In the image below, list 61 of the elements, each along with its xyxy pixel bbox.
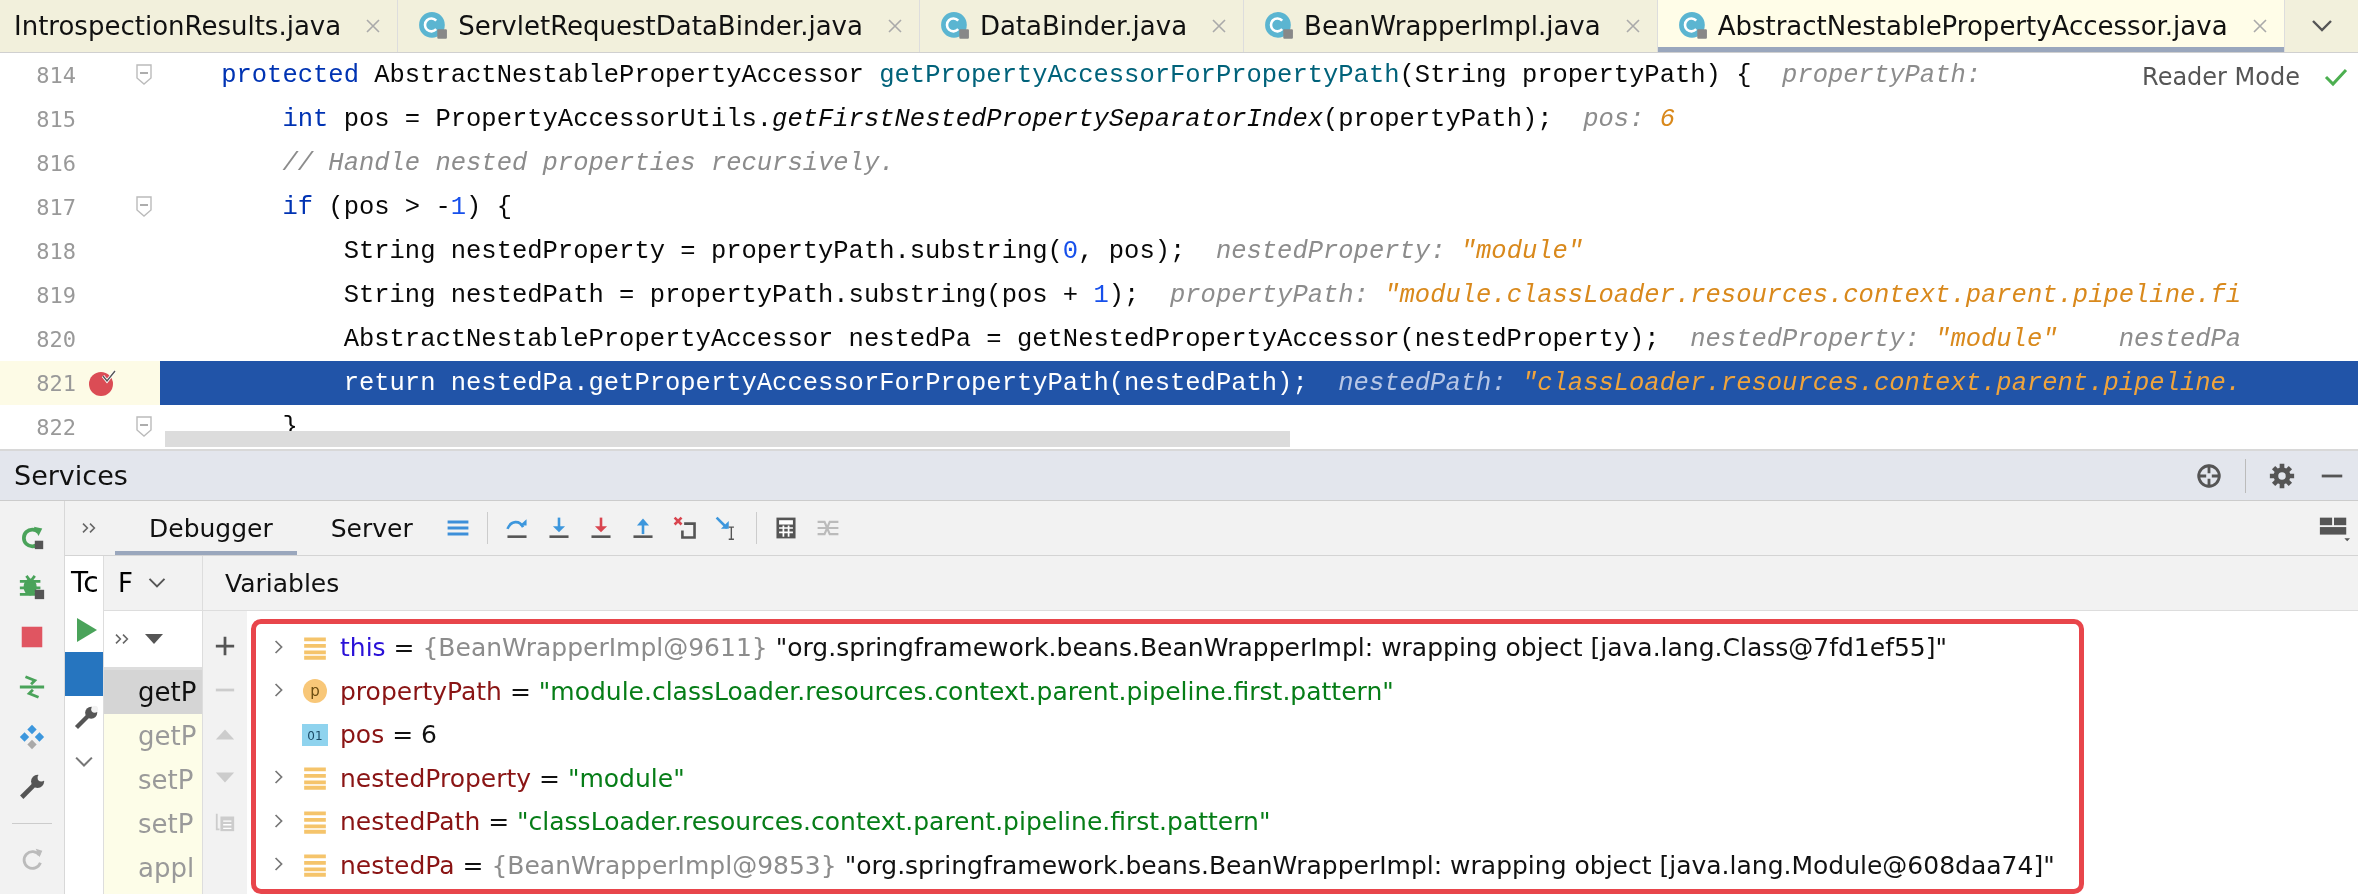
stack-frame[interactable]: getP xyxy=(104,670,202,714)
line-number: 814 xyxy=(35,62,76,88)
code-line: return nestedPa.getPropertyAccessorForPropertyPath(nestedPath); nestedPath: "classLoader.resources.context.parent.pipeline. xyxy=(342,367,2242,400)
panel-title: F xyxy=(118,568,133,598)
arrows-icon[interactable] xyxy=(18,673,46,701)
line-number: 820 xyxy=(35,326,76,352)
tree-item[interactable]: Tc xyxy=(65,556,103,608)
line-number: 816 xyxy=(35,150,76,176)
field-icon xyxy=(302,852,328,879)
line-number: 821 xyxy=(35,370,76,396)
bug-icon[interactable] xyxy=(18,573,46,601)
debugger-tab[interactable]: Server xyxy=(296,501,437,555)
code-line: if (pos > -1) { xyxy=(281,191,512,224)
checkmark-icon xyxy=(2324,67,2348,88)
field-icon xyxy=(302,765,328,792)
editor-tab[interactable]: DataBinder.java xyxy=(919,0,1245,53)
code-line: int pos = PropertyAccessorUtils.getFirstNestedPropertySeparatorIndex(propertyPath); pos: 6 xyxy=(281,103,1675,136)
editor-tab[interactable]: AbstractNestablePropertyAccessor.java xyxy=(1657,0,2285,53)
variable-entry[interactable]: pos = 6 xyxy=(340,720,437,750)
dropdown-arrow-icon[interactable] xyxy=(144,632,164,646)
field-icon xyxy=(302,808,328,835)
settings-icon[interactable] xyxy=(2268,461,2296,490)
diamonds-icon[interactable] xyxy=(18,723,46,751)
drop-frame-icon[interactable] xyxy=(671,515,698,541)
primitive-icon: 01 xyxy=(302,721,328,748)
line-number: 819 xyxy=(35,282,76,308)
editor-tab[interactable]: BeanWrapperImpl.java xyxy=(1244,0,1658,53)
field-icon xyxy=(302,634,328,661)
chevron-down-icon[interactable] xyxy=(73,755,95,769)
code-line: AbstractNestablePropertyAccessor nestedPa = getNestedPropertyAccessor(nestedProperty); nestedProperty: "module" nestedPa xyxy=(342,323,2242,356)
variable-entry[interactable]: nestedPath = "classLoader.resources.context.parent.pipeline.first.pattern" xyxy=(340,807,1271,837)
variable-entry[interactable]: nestedPa = {BeanWrapperImpl@9853} "org.springframework.beans.BeanWrapperImpl: wrapping object [java.lang.Module@608daa74]" xyxy=(340,850,2055,880)
close-icon[interactable] xyxy=(2251,18,2268,35)
code-line: String nestedPath = propertyPath.substring(pos + 1); propertyPath: "module.classLoader.resources.context.parent.pipeline.fi xyxy=(342,279,2242,312)
line-number: 815 xyxy=(35,106,76,132)
line-number: 817 xyxy=(35,194,76,220)
chevron-down-icon[interactable] xyxy=(146,576,167,590)
wrench-icon[interactable] xyxy=(18,773,46,801)
variable-entry[interactable]: propertyPath = "module.classLoader.resources.context.parent.pipeline.first.pattern" xyxy=(340,676,1394,706)
editor-tab[interactable]: ServletRequestDataBinder.java xyxy=(398,0,920,53)
panel-title: Services xyxy=(14,460,128,492)
wrench-icon[interactable] xyxy=(73,704,99,732)
reader-mode-link[interactable]: Reader Mode xyxy=(2142,63,2300,92)
code-line: protected AbstractNestablePropertyAccessor getPropertyAccessorForPropertyPath(String propertyPath) { propertyPath: xyxy=(220,59,1982,92)
editor-tab[interactable]: IntrospectionResults.java xyxy=(0,0,399,53)
panel-title: Variables xyxy=(225,568,340,598)
fold-marker-icon[interactable] xyxy=(136,416,152,439)
code-line: // Handle nested properties recursively. xyxy=(281,147,895,180)
scrollbar-thumb[interactable] xyxy=(165,431,1290,448)
debugger-tab[interactable]: Debugger xyxy=(115,501,297,555)
crosshair-icon[interactable] xyxy=(2195,461,2223,490)
fold-marker-icon[interactable] xyxy=(136,64,152,87)
variable-entry[interactable]: nestedProperty = "module" xyxy=(340,763,685,793)
code-line: String nestedProperty = propertyPath.substring(0, pos); nestedProperty: "module" xyxy=(342,235,1584,268)
line-number: 822 xyxy=(35,414,76,440)
plus-icon[interactable] xyxy=(214,635,236,657)
breakpoint-icon[interactable] xyxy=(87,368,117,399)
fold-marker-icon[interactable] xyxy=(136,196,152,219)
variable-entry[interactable]: this = {BeanWrapperImpl@9611} "org.springframework.beans.BeanWrapperImpl: wrapping object [java.lang.Class@7fd1ef55]" xyxy=(340,633,1947,663)
line-number: 818 xyxy=(35,238,76,264)
parameter-icon: p xyxy=(302,678,328,705)
